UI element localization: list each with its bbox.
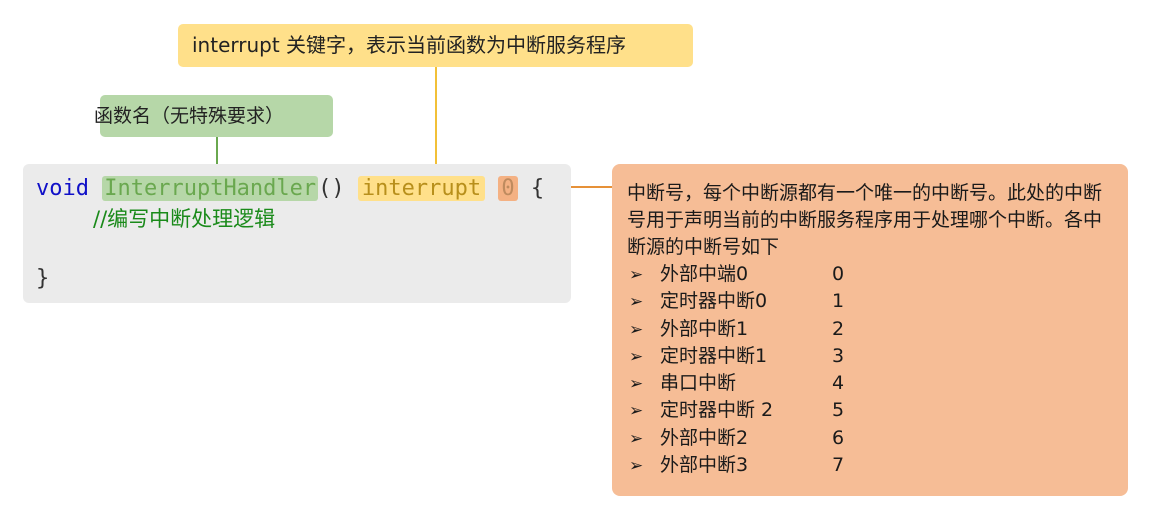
code-line-signature: void InterruptHandler() interrupt 0 { [36,174,544,204]
interrupt-source-name: 定时器中断0 [660,290,768,313]
interrupt-source-list: ➢ 外部中端0 0 ➢ 定时器中断0 1 ➢ 外部中断1 2 ➢ 定时器中断1 3 ➢ 串口中断 4… [627,261,1114,479]
interrupt-number-info-box: 中断号，每个中断源都有一个唯一的中断号。此处的中断号用于声明当前的中断服务程序用… [612,164,1128,496]
interrupt-keyword-token: interrupt [357,176,486,201]
list-item: ➢ 外部中端0 0 [627,261,1114,288]
code-line-comment: //编写中断处理逻辑 [93,204,275,234]
list-item: ➢ 定时器中断0 1 [627,288,1114,315]
code-line-close: } [36,264,49,294]
interrupt-number-token: 0 [498,176,518,201]
interrupt-source-number: 6 [832,426,845,449]
info-description: 中断号，每个中断源都有一个唯一的中断号。此处的中断号用于声明当前的中断服务程序用… [627,182,1103,258]
arrowhead-bullet-icon: ➢ [629,319,644,340]
interrupt-source-name: 定时器中断1 [660,344,768,367]
interrupt-source-name: 定时器中断 2 [660,399,774,422]
interrupt-source-name: 外部中端0 [660,263,749,285]
interrupt-source-number: 7 [832,454,845,477]
brace-close-token: } [36,266,50,291]
interrupt-keyword-callout-text: interrupt 关键字，表示当前函数为中断服务程序 [192,33,627,57]
list-item: ➢ 定时器中断1 3 [627,343,1114,370]
arrowhead-bullet-icon: ➢ [629,374,644,395]
void-keyword: void [36,176,89,201]
interrupt-source-name: 外部中断2 [660,426,749,449]
list-item: ➢ 外部中断2 6 [627,425,1114,452]
interrupt-source-number: 3 [832,344,845,367]
interrupt-source-name: 外部中断3 [660,454,749,477]
arrowhead-bullet-icon: ➢ [629,456,644,477]
interrupt-source-number: 4 [832,372,845,395]
interrupt-keyword-callout: interrupt 关键字，表示当前函数为中断服务程序 [178,24,693,67]
function-name-callout-text: 函数名（无特殊要求） [94,105,285,127]
brace-open-token: { [530,176,545,201]
interrupt-source-name: 外部中断1 [660,317,749,340]
function-name-callout: 函数名（无特殊要求） [94,95,333,137]
arrowhead-bullet-icon: ➢ [629,346,644,367]
code-block: void InterruptHandler() interrupt 0 { //… [23,164,571,303]
arrowhead-bullet-icon: ➢ [629,265,644,285]
function-name-token: InterruptHandler [102,176,319,201]
list-item: ➢ 串口中断 4 [627,370,1114,397]
interrupt-source-name: 串口中断 [660,372,737,395]
list-item: ➢ 定时器中断 2 5 [627,397,1114,424]
interrupt-keyword-connector [435,67,437,173]
interrupt-source-number: 1 [832,290,845,313]
list-item: ➢ 外部中断1 2 [627,316,1114,343]
list-item: ➢ 外部中断3 7 [627,452,1114,479]
parens-token: () [318,176,345,201]
arrowhead-bullet-icon: ➢ [629,292,644,313]
arrowhead-bullet-icon: ➢ [629,401,644,422]
arrowhead-bullet-icon: ➢ [629,428,644,449]
interrupt-source-number: 5 [832,399,845,422]
code-comment: //编写中断处理逻辑 [93,207,276,231]
interrupt-source-number: 2 [832,317,845,340]
interrupt-source-number: 0 [832,263,845,285]
